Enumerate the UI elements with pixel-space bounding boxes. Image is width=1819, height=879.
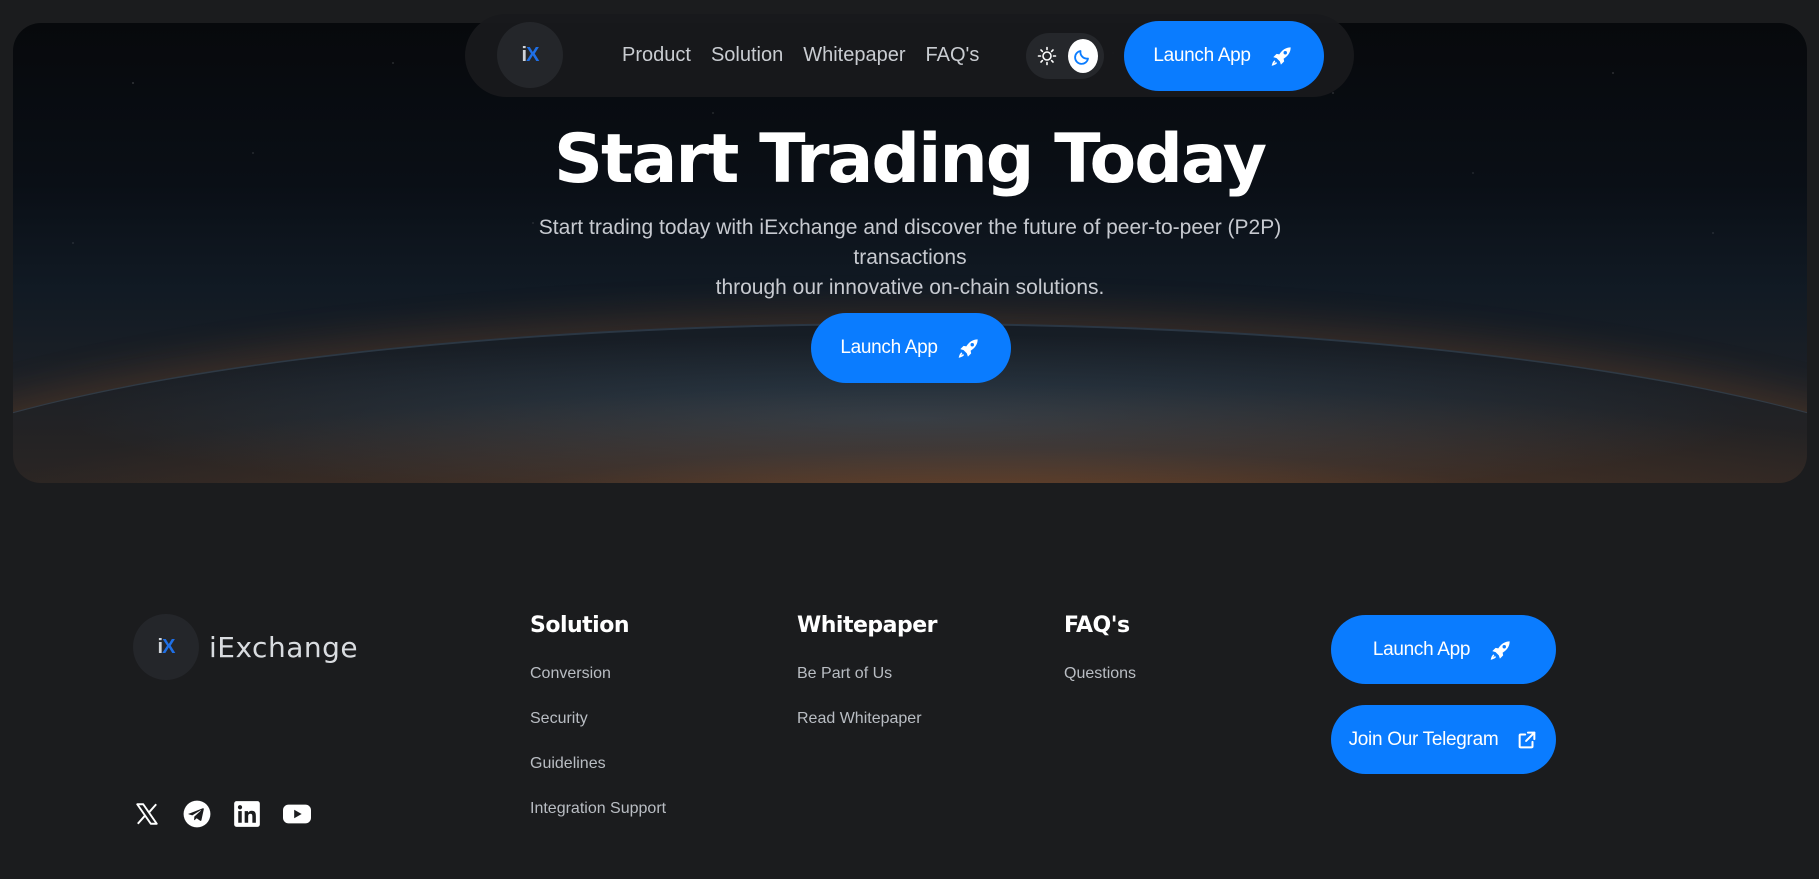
moon-icon[interactable]: [1068, 39, 1098, 73]
footer-link-security[interactable]: Security: [530, 709, 666, 729]
footer-column-whitepaper: Whitepaper Be Part of Us Read Whitepaper: [797, 613, 938, 754]
linkedin-icon[interactable]: [233, 800, 261, 828]
brand-name: iExchange: [209, 630, 359, 664]
nav-launch-app-button[interactable]: Launch App: [1124, 21, 1324, 91]
footer-launch-app-label: Launch App: [1372, 638, 1471, 660]
footer-link-questions[interactable]: Questions: [1064, 664, 1136, 684]
nav-link-solution[interactable]: Solution: [711, 44, 783, 67]
nav-link-faqs[interactable]: FAQ's: [926, 44, 980, 67]
youtube-icon[interactable]: [283, 800, 311, 828]
footer-link-conversion[interactable]: Conversion: [530, 664, 666, 684]
footer-link-integration-support[interactable]: Integration Support: [530, 799, 666, 819]
hero-launch-app-label: Launch App: [840, 337, 938, 358]
footer-heading-solution: Solution: [530, 613, 630, 638]
rocket-icon: [1488, 637, 1514, 663]
x-icon[interactable]: [133, 800, 161, 828]
nav-link-product[interactable]: Product: [622, 44, 691, 67]
telegram-icon[interactable]: [183, 800, 211, 828]
top-navigation: iX Product Solution Whitepaper FAQ's Lau…: [465, 14, 1354, 97]
hero-subtitle-line2: through our innovative on-chain solution…: [715, 276, 1105, 299]
rocket-icon: [1269, 43, 1295, 69]
hero-subtitle-line1: Start trading today with iExchange and d…: [538, 216, 1282, 269]
footer-brand[interactable]: iX iExchange: [133, 614, 358, 680]
join-telegram-button[interactable]: Join Our Telegram: [1331, 705, 1556, 774]
footer-heading-whitepaper: Whitepaper: [797, 613, 938, 638]
external-link-icon: [1516, 729, 1538, 751]
rocket-icon: [956, 335, 982, 361]
nav-link-whitepaper[interactable]: Whitepaper: [803, 44, 905, 67]
nav-links: Product Solution Whitepaper FAQ's: [622, 14, 979, 97]
hero-launch-app-button[interactable]: Launch App: [811, 313, 1011, 383]
join-telegram-label: Join Our Telegram: [1348, 728, 1499, 750]
hero-subtitle: Start trading today with iExchange and d…: [500, 213, 1320, 303]
footer-column-solution: Solution Conversion Security Guidelines …: [530, 613, 666, 844]
footer-link-guidelines[interactable]: Guidelines: [530, 754, 666, 774]
footer-logo-icon: iX: [133, 614, 199, 680]
footer-column-faqs: FAQ's Questions: [1064, 613, 1136, 709]
nav-launch-app-label: Launch App: [1153, 45, 1251, 66]
hero-title: Start Trading Today: [553, 120, 1267, 199]
footer-link-read-whitepaper[interactable]: Read Whitepaper: [797, 709, 937, 729]
logo[interactable]: iX: [497, 22, 563, 88]
footer-launch-app-button[interactable]: Launch App: [1331, 615, 1556, 684]
footer-heading-faqs: FAQ's: [1064, 613, 1130, 638]
footer-link-be-part-of-us[interactable]: Be Part of Us: [797, 664, 937, 684]
sun-icon[interactable]: [1032, 39, 1062, 73]
theme-toggle[interactable]: [1026, 33, 1104, 79]
social-links: [133, 800, 311, 828]
